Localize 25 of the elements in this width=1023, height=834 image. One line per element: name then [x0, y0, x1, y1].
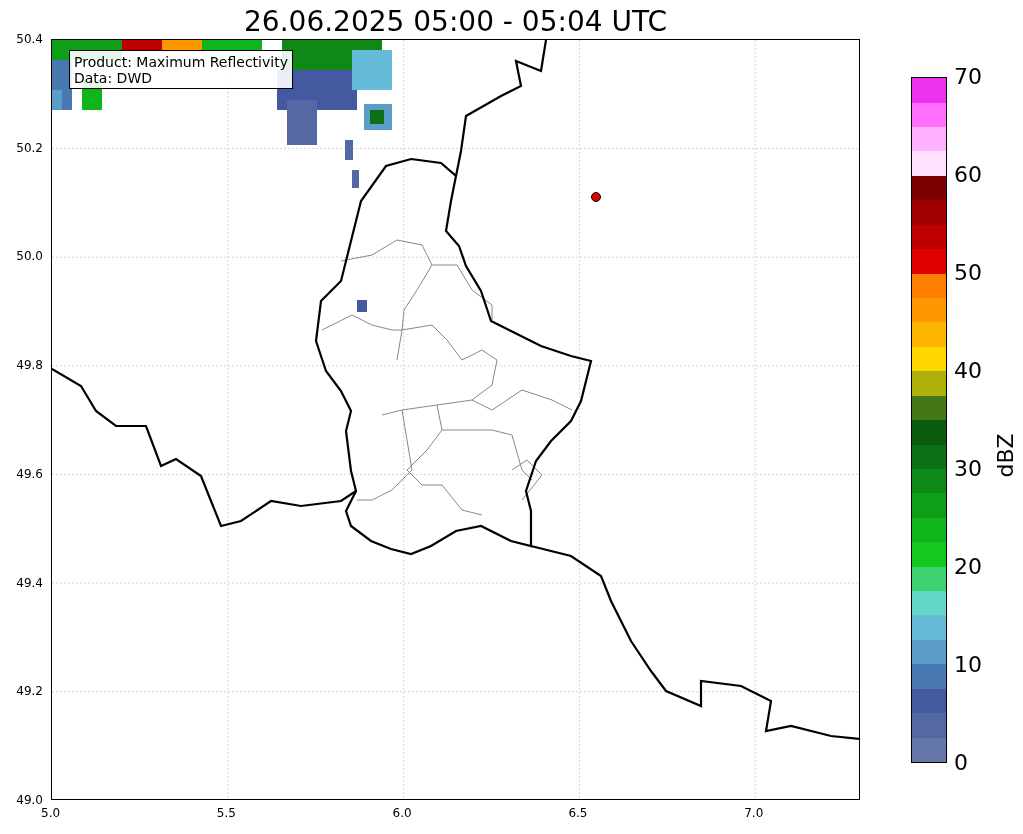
colorbar-tick-label: 40 [954, 360, 982, 382]
y-axis-tick-label: 49.0 [16, 793, 43, 807]
chart-title: 26.06.2025 05:00 - 05:04 UTC [244, 5, 667, 39]
x-axis-tick-label: 5.5 [216, 806, 236, 820]
x-axis-tick-label: 6.5 [568, 806, 588, 820]
colorbar-tick-label: 20 [954, 556, 982, 578]
y-axis-tick-label: 50.2 [16, 140, 43, 155]
colorbar-tick-label: 60 [954, 164, 982, 186]
x-axis-tick-label: 7.0 [744, 806, 764, 820]
y-axis-tick-label: 50.0 [16, 249, 43, 264]
colorbar-tick-label: 30 [954, 458, 982, 480]
x-axis-tick-label: 5.0 [41, 806, 61, 820]
y-axis-tick-label: 50.4 [16, 32, 43, 46]
y-axis-tick-label: 49.2 [16, 684, 43, 699]
colorbar-tick-label: 0 [954, 752, 968, 774]
colorbar-tick-label: 50 [954, 262, 982, 284]
y-axis-tick-label: 49.8 [16, 358, 43, 373]
colorbar-tick-label: 10 [954, 654, 982, 676]
y-axis-tick-label: 49.6 [16, 466, 43, 481]
info-box: Product: Maximum Reflectivity Data: DWD [69, 50, 293, 89]
location-marker-icon [591, 192, 601, 202]
y-axis-tick-label: 49.4 [16, 575, 43, 590]
x-axis-tick-label: 6.0 [392, 806, 412, 820]
colorbar-tick-label: 70 [954, 66, 982, 88]
colorbar-label: dBZ [992, 433, 1018, 478]
